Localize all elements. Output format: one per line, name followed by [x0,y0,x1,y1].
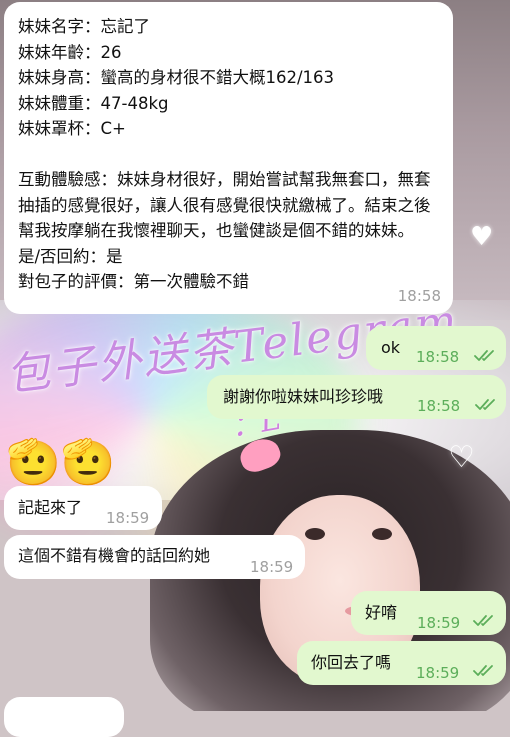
double-check-icon [474,348,498,362]
message-time: 18:58 [417,397,461,415]
incoming-message[interactable]: 記起來了 18:59 [4,486,162,530]
incoming-message[interactable]: 這個不錯有機會的話回約她 18:59 [4,535,305,579]
double-check-icon [475,397,499,411]
message-time: 18:59 [106,509,150,527]
emoji-message[interactable]: 🫡🫡 [6,438,116,488]
message-text: 好唷 [365,603,398,622]
message-text: 記起來了 [18,498,83,517]
double-check-icon [473,663,497,677]
heart-icon: ♥ [470,222,494,252]
message-text: 妹妹名字：忘記了 妹妹年齡：26 妹妹身高：蠻高的身材很不錯大概162/163 … [18,17,431,291]
message-time: 18:59 [250,558,294,576]
message-text: 謝謝你啦妹妹叫珍珍哦 [223,387,384,406]
message-time: 18:58 [397,287,441,305]
message-time: 18:58 [416,348,460,366]
message-text: 這個不錯有機會的話回約她 [18,546,211,565]
double-check-icon [473,613,497,627]
outgoing-message[interactable]: 你回去了嗎 18:59 [297,641,506,685]
incoming-message-partial[interactable] [4,697,124,737]
message-time: 18:59 [416,664,460,682]
wallpaper-eye [305,528,325,540]
outgoing-message[interactable]: ok 18:58 [366,326,506,370]
message-text: ok [381,338,401,357]
outgoing-message[interactable]: 好唷 18:59 [351,591,506,635]
wallpaper-eye [372,528,392,540]
outgoing-message[interactable]: 謝謝你啦妹妹叫珍珍哦 18:58 [207,375,506,419]
incoming-message[interactable]: 妹妹名字：忘記了 妹妹年齡：26 妹妹身高：蠻高的身材很不錯大概162/163 … [4,2,453,314]
message-text: 你回去了嗎 [311,653,392,672]
message-time: 18:59 [417,614,461,632]
heart-icon: ♡ [448,440,475,475]
